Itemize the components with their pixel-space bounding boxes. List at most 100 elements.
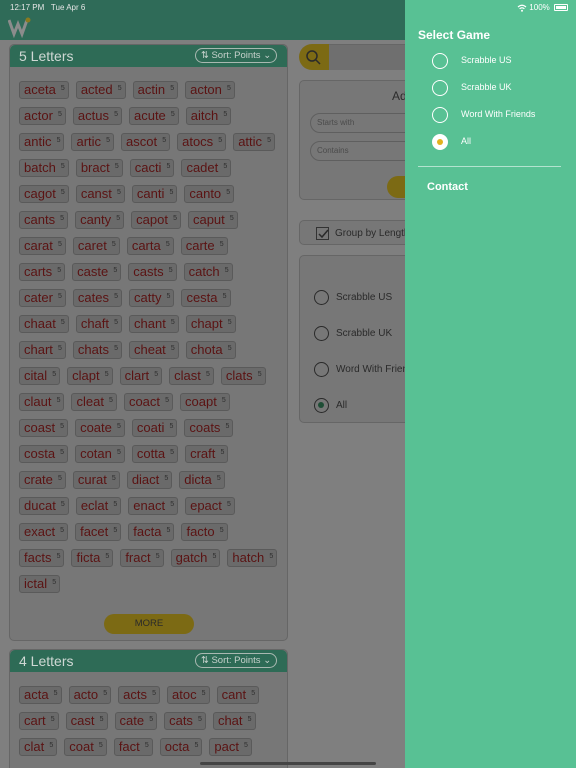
word-chip[interactable]: chaat 5 — [19, 315, 69, 333]
word-chip[interactable]: chat 5 — [212, 712, 256, 730]
word-chip[interactable]: caste 5 — [72, 263, 122, 281]
word-chip[interactable]: chats 5 — [72, 341, 122, 359]
word-chip[interactable]: atoc 5 — [167, 686, 210, 704]
word-chip[interactable]: cate 5 — [114, 712, 158, 730]
word-chip[interactable]: eclat 5 — [75, 497, 122, 515]
word-chip[interactable]: clapt 5 — [67, 367, 113, 385]
word-chip[interactable]: costa 5 — [19, 445, 69, 463]
word-chip[interactable]: carts 5 — [19, 263, 66, 281]
word-chip[interactable]: octa 5 — [159, 738, 203, 756]
word-chip[interactable]: enact 5 — [128, 497, 179, 515]
search-button[interactable] — [299, 44, 329, 70]
word-chip[interactable]: clart 5 — [119, 367, 163, 385]
word-chip[interactable]: cacti 5 — [129, 159, 175, 177]
word-chip[interactable]: catch 5 — [183, 263, 233, 281]
contact-link[interactable]: Contact — [427, 181, 468, 193]
word-chip[interactable]: ducat 5 — [19, 497, 69, 515]
word-chip[interactable]: exact 5 — [19, 523, 69, 541]
word-chip[interactable]: acted 5 — [75, 81, 126, 99]
word-chip[interactable]: ficta 5 — [71, 549, 114, 567]
word-chip[interactable]: carat 5 — [19, 237, 66, 255]
word-chip[interactable]: atocs 5 — [177, 133, 227, 151]
word-chip[interactable]: cants 5 — [19, 211, 69, 229]
word-chip[interactable]: canti 5 — [131, 185, 178, 203]
word-chip[interactable]: artic 5 — [71, 133, 115, 151]
word-chip[interactable]: cast 5 — [65, 712, 108, 730]
drawer-option-scrabble-uk[interactable]: Scrabble UK — [432, 80, 572, 96]
word-chip[interactable]: acute 5 — [128, 107, 179, 125]
word-chip[interactable]: chaft 5 — [75, 315, 122, 333]
word-chip[interactable]: chart 5 — [19, 341, 66, 359]
drawer-option-wwf[interactable]: Word With Friends — [432, 107, 572, 123]
word-chip[interactable]: acto 5 — [68, 686, 112, 704]
sort-button[interactable]: ⇅ Sort: Points ⌄ — [195, 653, 277, 668]
group-by-length-toggle[interactable]: Group by Length — [299, 220, 419, 245]
word-chip[interactable]: cater 5 — [19, 289, 66, 307]
word-chip[interactable]: caput 5 — [187, 211, 238, 229]
word-chip[interactable]: facta 5 — [128, 523, 175, 541]
word-chip[interactable]: diact 5 — [126, 471, 173, 489]
word-chip[interactable]: chapt 5 — [185, 315, 236, 333]
word-chip[interactable]: crate 5 — [19, 471, 66, 489]
word-chip[interactable]: claut 5 — [19, 393, 65, 411]
word-chip[interactable]: cats 5 — [164, 712, 206, 730]
word-chip[interactable]: carte 5 — [180, 237, 228, 255]
contains-input[interactable]: Contains — [310, 141, 420, 161]
starts-with-input[interactable]: Starts with — [310, 113, 420, 133]
word-chip[interactable]: ictal 5 — [19, 575, 61, 593]
word-chip[interactable]: dicta 5 — [179, 471, 225, 489]
word-chip[interactable]: coat 5 — [64, 738, 107, 756]
word-chip[interactable]: antic 5 — [19, 133, 65, 151]
word-chip[interactable]: cotta 5 — [131, 445, 179, 463]
word-chip[interactable]: facto 5 — [181, 523, 228, 541]
word-chip[interactable]: clat 5 — [19, 738, 58, 756]
word-chip[interactable]: clast 5 — [169, 367, 214, 385]
word-chip[interactable]: canto 5 — [184, 185, 235, 203]
word-chip[interactable]: actor 5 — [19, 107, 66, 125]
word-chip[interactable]: carta 5 — [126, 237, 174, 255]
more-button[interactable]: MORE — [104, 614, 194, 634]
word-chip[interactable]: chant 5 — [129, 315, 179, 333]
word-chip[interactable]: batch 5 — [19, 159, 69, 177]
word-chip[interactable]: hatch 5 — [227, 549, 278, 567]
word-chip[interactable]: gatch 5 — [170, 549, 221, 567]
word-chip[interactable]: coast 5 — [19, 419, 69, 437]
word-chip[interactable]: facet 5 — [75, 523, 122, 541]
word-chip[interactable]: acts 5 — [118, 686, 160, 704]
word-chip[interactable]: cesta 5 — [181, 289, 231, 307]
word-chip[interactable]: coats 5 — [184, 419, 234, 437]
word-chip[interactable]: casts 5 — [128, 263, 177, 281]
word-chip[interactable]: cadet 5 — [181, 159, 232, 177]
word-chip[interactable]: cotan 5 — [75, 445, 125, 463]
drawer-option-scrabble-us[interactable]: Scrabble US — [432, 53, 572, 69]
word-chip[interactable]: canst 5 — [75, 185, 125, 203]
word-chip[interactable]: chota 5 — [185, 341, 236, 359]
word-chip[interactable]: aitch 5 — [185, 107, 232, 125]
word-chip[interactable]: bract 5 — [75, 159, 123, 177]
group-checkbox[interactable] — [316, 227, 329, 240]
drawer-option-all[interactable]: All — [432, 134, 572, 150]
word-chip[interactable]: craft 5 — [185, 445, 229, 463]
word-chip[interactable]: caret 5 — [72, 237, 120, 255]
sort-button[interactable]: ⇅ Sort: Points ⌄ — [195, 48, 277, 63]
word-chip[interactable]: capot 5 — [131, 211, 181, 229]
word-chip[interactable]: acton 5 — [185, 81, 235, 99]
word-chip[interactable]: cart 5 — [19, 712, 59, 730]
word-chip[interactable]: actin 5 — [132, 81, 179, 99]
word-chip[interactable]: canty 5 — [75, 211, 125, 229]
word-chip[interactable]: facts 5 — [19, 549, 65, 567]
word-chip[interactable]: fact 5 — [113, 738, 153, 756]
word-chip[interactable]: clats 5 — [220, 367, 266, 385]
word-chip[interactable]: coapt 5 — [180, 393, 230, 411]
word-chip[interactable]: curat 5 — [72, 471, 120, 489]
word-chip[interactable]: fract 5 — [120, 549, 164, 567]
word-chip[interactable]: actus 5 — [72, 107, 122, 125]
word-chip[interactable]: epact 5 — [185, 497, 235, 515]
word-chip[interactable]: aceta 5 — [19, 81, 69, 99]
word-chip[interactable]: ascot 5 — [121, 133, 171, 151]
word-chip[interactable]: catty 5 — [128, 289, 175, 307]
word-chip[interactable]: acta 5 — [19, 686, 62, 704]
word-chip[interactable]: coate 5 — [75, 419, 125, 437]
word-chip[interactable]: cant 5 — [216, 686, 260, 704]
word-chip[interactable]: cital 5 — [19, 367, 61, 385]
